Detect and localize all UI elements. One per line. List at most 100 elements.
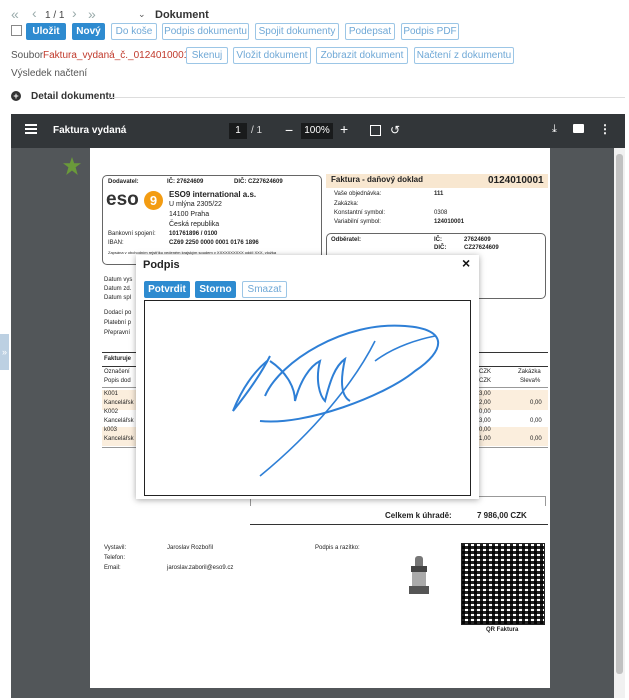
contract-label: Zakázka: bbox=[334, 201, 359, 207]
page-total: / 1 bbox=[251, 125, 263, 136]
buyer-dic-label: DIČ: bbox=[434, 245, 447, 251]
more-options-icon[interactable]: ⋮ bbox=[599, 122, 611, 136]
col-czk: CZK bbox=[479, 369, 491, 375]
payment-method: Platební p bbox=[104, 320, 132, 326]
rotate-icon[interactable]: ↺ bbox=[390, 123, 400, 137]
doc-number: 0124010001 bbox=[488, 175, 544, 186]
signature-drawing bbox=[232, 324, 440, 477]
col-desc: Popis dod bbox=[104, 378, 131, 384]
trash-button[interactable]: Do koše bbox=[111, 23, 157, 40]
next-page-button[interactable]: › bbox=[72, 5, 77, 21]
last-page-button[interactable]: » bbox=[88, 6, 96, 22]
var-value: 124010001 bbox=[434, 219, 465, 225]
email-value: jaroslav.zaboril@eso9.cz bbox=[167, 565, 234, 571]
qr-label: QR Faktura bbox=[486, 627, 519, 633]
sign-button[interactable]: Podepsat bbox=[345, 23, 395, 40]
load-result-label: Výsledek načtení bbox=[11, 68, 88, 79]
iban-value: CZ69 2250 0000 0001 0176 1896 bbox=[169, 240, 259, 246]
buyer-dic: CZ27624609 bbox=[464, 245, 499, 251]
phone-label: Telefon: bbox=[104, 555, 126, 561]
bank-label: Bankovní spojení: bbox=[108, 231, 156, 237]
merge-documents-button[interactable]: Spojit dokumenty bbox=[255, 23, 339, 40]
eso-logo-circle: 9 bbox=[144, 191, 163, 210]
supplier-label: Dodavatel: bbox=[108, 179, 139, 185]
date-taxable: Datum zd. bbox=[104, 286, 132, 292]
order-value: 111 bbox=[434, 191, 444, 197]
zoom-level[interactable]: 100% bbox=[301, 123, 333, 139]
pdf-toolbar: Faktura vydaná 1 / 1 − 100% + ↺ ⤓ ⋮ bbox=[11, 114, 625, 148]
row-name: Kancelářsk bbox=[104, 418, 134, 424]
row-code: K001 bbox=[104, 391, 119, 397]
row-value-b: 3,00 bbox=[479, 418, 491, 424]
total-line bbox=[250, 524, 548, 525]
row-value-a: 0,00 bbox=[479, 427, 491, 433]
iban-label: IBAN: bbox=[108, 240, 124, 246]
load-from-document-button[interactable]: Načtení z dokumentu bbox=[414, 47, 514, 64]
signature-canvas[interactable] bbox=[144, 300, 471, 496]
confirm-button[interactable]: Potvrdit bbox=[144, 281, 190, 298]
doc-title: Faktura - daňový doklad bbox=[331, 175, 424, 184]
row-value-b: 2,00 bbox=[479, 400, 491, 406]
company-city: 14100 Praha bbox=[169, 211, 210, 218]
var-label: Variabilní symbol: bbox=[334, 219, 381, 225]
zoom-out-icon[interactable]: − bbox=[285, 122, 293, 138]
clear-button[interactable]: Smazat bbox=[242, 281, 287, 298]
sign-document-button[interactable]: Podpis dokumentu bbox=[162, 23, 249, 40]
pdf-scrollbar[interactable] bbox=[614, 148, 625, 698]
buyer-ic-label: IČ: bbox=[434, 237, 442, 243]
delivery-method: Dodací po bbox=[104, 310, 132, 316]
chevron-down-icon[interactable]: ⌄ bbox=[138, 9, 146, 20]
show-document-button[interactable]: Zobrazit dokument bbox=[316, 47, 408, 64]
qr-code-icon bbox=[461, 543, 545, 625]
supplier-dic: DIČ: CZ27624609 bbox=[234, 179, 283, 185]
zoom-in-icon[interactable]: + bbox=[340, 121, 348, 137]
scan-button[interactable]: Skenuj bbox=[186, 47, 228, 64]
detail-title[interactable]: Detail dokumentu bbox=[31, 91, 115, 102]
company-name: ESO9 international a.s. bbox=[169, 190, 257, 199]
total-label: Celkem k úhradě: bbox=[385, 511, 452, 520]
first-page-button[interactable]: « bbox=[11, 6, 19, 22]
sign-pdf-button[interactable]: Podpis PDF bbox=[401, 23, 459, 40]
cancel-button[interactable]: Storno bbox=[195, 281, 236, 298]
email-label: Email: bbox=[104, 565, 121, 571]
row-name: Kancelářsk bbox=[104, 400, 134, 406]
page-indicator: 1 / 1 bbox=[45, 10, 65, 21]
bank-value: 101761896 / 0100 bbox=[169, 231, 218, 237]
close-icon[interactable]: × bbox=[462, 255, 470, 271]
row-value-a: 3,00 bbox=[479, 391, 491, 397]
row-discount: 0,00 bbox=[530, 418, 542, 424]
row-value-a: 0,00 bbox=[479, 409, 491, 415]
row-code: k003 bbox=[104, 427, 118, 433]
buyer-label: Odběratel: bbox=[331, 237, 362, 243]
save-button[interactable]: Uložit bbox=[26, 23, 66, 40]
col-czk2: CZK bbox=[479, 378, 491, 384]
company-street: U mlýna 2305/22 bbox=[169, 201, 222, 208]
col-job: Zakázka bbox=[518, 369, 541, 375]
const-label: Konstantní symbol: bbox=[334, 210, 386, 216]
insert-document-button[interactable]: Vložit dokument bbox=[233, 47, 311, 64]
new-button[interactable]: Nový bbox=[72, 23, 105, 40]
pdf-title: Faktura vydaná bbox=[53, 125, 127, 136]
prev-page-button[interactable]: ‹ bbox=[32, 5, 37, 21]
date-issued: Datum vys bbox=[104, 277, 133, 283]
download-icon[interactable]: ⤓ bbox=[552, 123, 557, 136]
menu-icon[interactable] bbox=[25, 124, 37, 134]
page-number-input[interactable]: 1 bbox=[229, 123, 247, 139]
divider bbox=[110, 97, 625, 98]
file-link[interactable]: Faktura_vydaná_č._0124010001.pdf bbox=[43, 50, 206, 61]
col-discount: Sleva% bbox=[520, 378, 541, 384]
total-value: 7 986,00 CZK bbox=[477, 511, 527, 520]
row-discount: 0,00 bbox=[530, 436, 542, 442]
supplier-ic: IČ: 27624609 bbox=[167, 179, 204, 185]
row-value-b: 1,00 bbox=[479, 436, 491, 442]
section-title: Dokument bbox=[155, 9, 209, 21]
const-value: 0308 bbox=[434, 210, 448, 216]
fit-page-icon[interactable] bbox=[370, 125, 381, 136]
issued-value: Jaroslav Rozbořil bbox=[167, 545, 214, 551]
row-name: Kancelářsk bbox=[104, 436, 134, 442]
print-icon[interactable] bbox=[573, 124, 584, 133]
expand-handle[interactable]: » bbox=[0, 334, 9, 370]
company-country: Česká republika bbox=[169, 221, 220, 228]
select-checkbox[interactable] bbox=[11, 25, 22, 36]
plus-circle-icon[interactable]: + bbox=[11, 91, 21, 101]
